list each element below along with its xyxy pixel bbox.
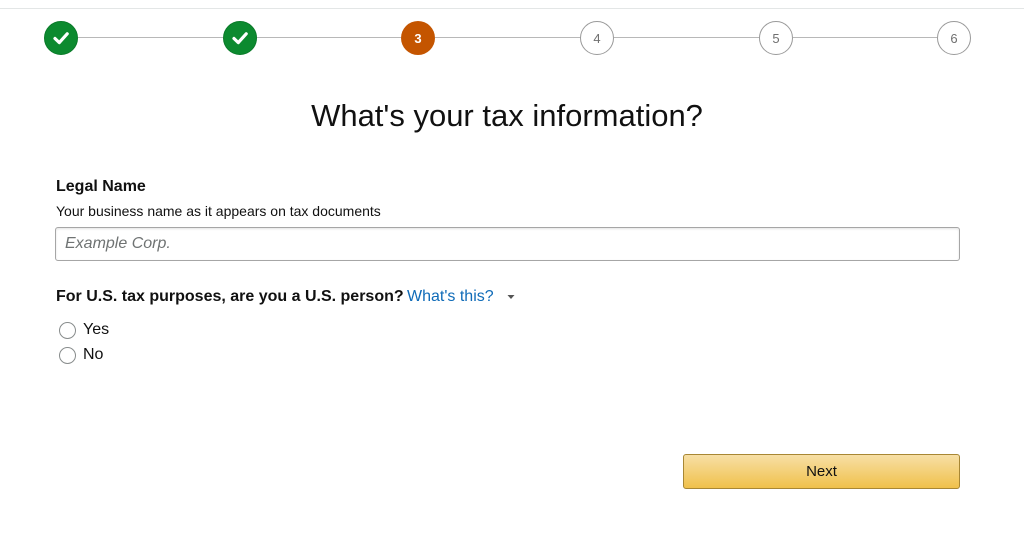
radio-option-no[interactable]: No <box>59 345 103 365</box>
step-1-complete <box>44 21 78 55</box>
step-connector <box>793 37 937 38</box>
legal-name-input[interactable] <box>55 227 960 261</box>
radio-button-no[interactable] <box>59 346 76 364</box>
step-6: 6 <box>937 21 971 55</box>
step-5: 5 <box>759 21 793 55</box>
step-connector <box>78 37 223 38</box>
radio-label-no: No <box>83 346 104 363</box>
step-connector <box>257 37 401 38</box>
step-4: 4 <box>580 21 614 55</box>
radio-button-yes[interactable] <box>59 321 76 339</box>
step-connector <box>435 37 581 38</box>
progress-stepper: 3 4 5 6 <box>0 0 1024 80</box>
step-connector <box>614 37 760 38</box>
legal-name-hint: Your business name as it appears on tax … <box>56 203 381 219</box>
radio-option-yes[interactable]: Yes <box>59 320 109 340</box>
next-button[interactable]: Next <box>683 454 960 489</box>
us-person-question: For U.S. tax purposes, are you a U.S. pe… <box>56 288 404 305</box>
radio-label-yes: Yes <box>83 321 110 338</box>
caret-down-icon[interactable] <box>506 292 516 302</box>
checkmark-icon <box>53 32 69 45</box>
whats-this-link[interactable]: What's this? <box>407 288 494 306</box>
step-2-complete <box>223 21 257 55</box>
checkmark-icon <box>232 32 248 45</box>
step-3-current: 3 <box>401 21 435 55</box>
legal-name-label: Legal Name <box>56 178 146 195</box>
page-title: What's your tax information? <box>311 98 703 133</box>
